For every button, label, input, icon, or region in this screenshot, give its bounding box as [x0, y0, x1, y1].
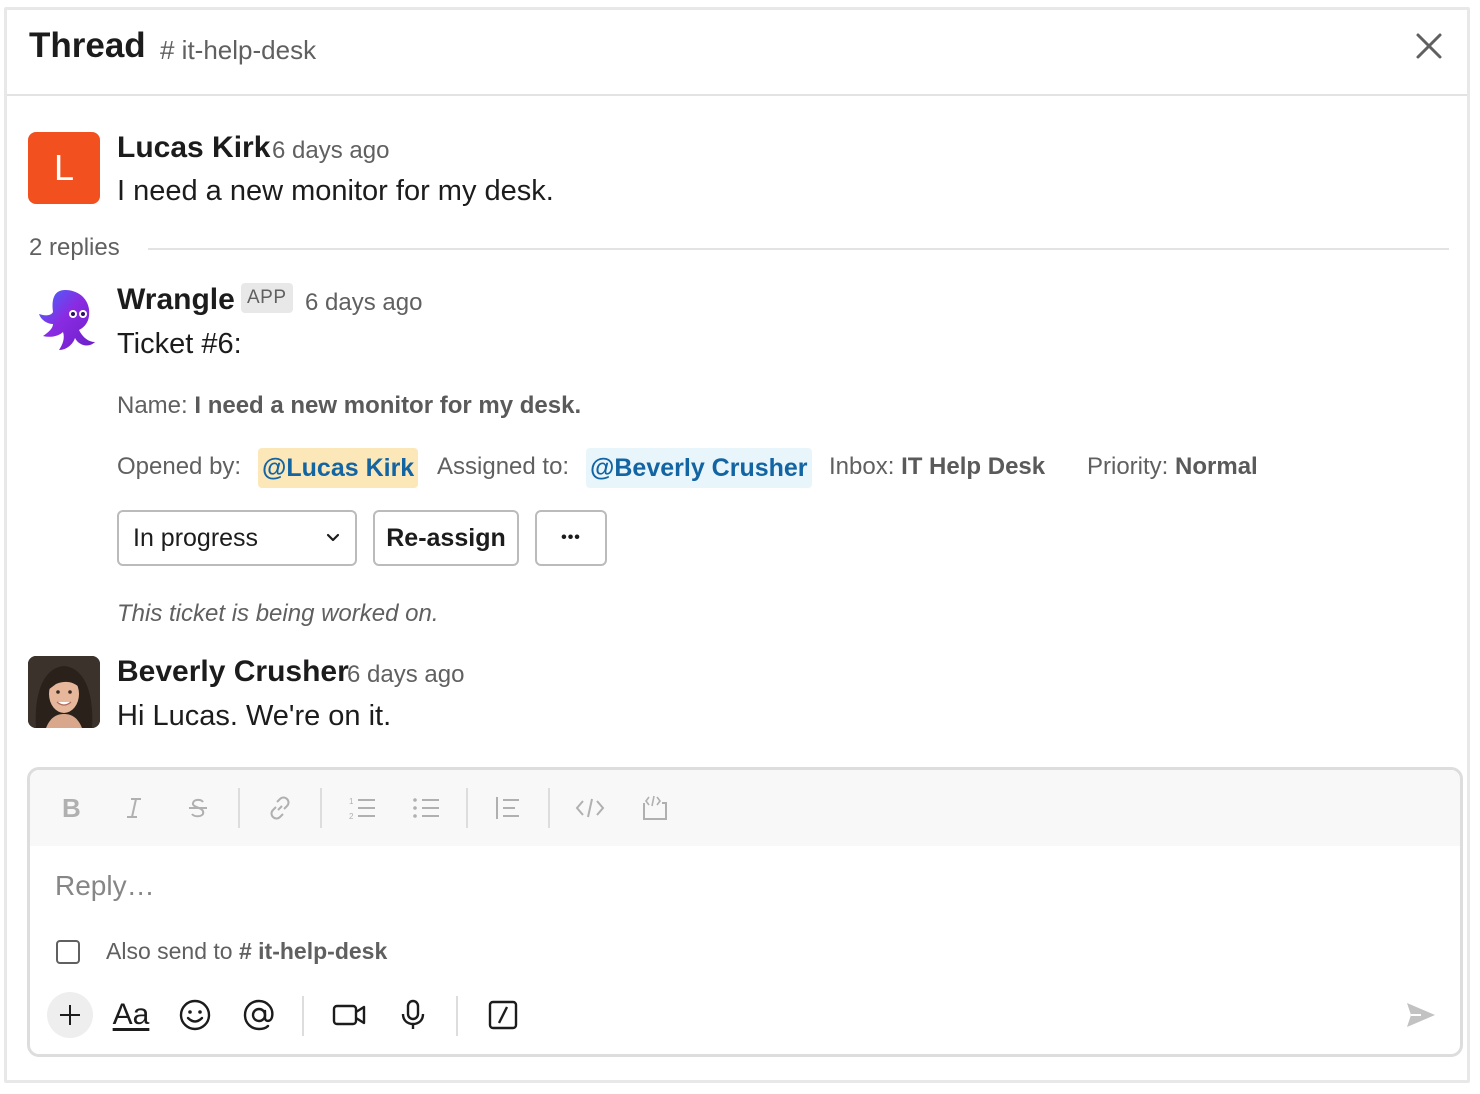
message-text: I need a new monitor for my desk.: [117, 175, 554, 207]
mention-opened-by[interactable]: @Lucas Kirk: [258, 448, 419, 488]
send-button[interactable]: [1398, 992, 1444, 1038]
bold-icon: B: [62, 795, 81, 821]
ticket-status-note: This ticket is being worked on.: [117, 600, 439, 627]
blockquote-button[interactable]: [488, 788, 528, 828]
reply-input[interactable]: Reply…: [55, 870, 155, 902]
inbox-field: Inbox: IT Help Desk: [829, 453, 1045, 481]
ordered-list-icon: 12: [349, 797, 375, 821]
message-timestamp[interactable]: 6 days ago: [305, 289, 422, 317]
field-label: Priority:: [1087, 453, 1169, 480]
thread-panel: Thread # it-help-desk L Lucas Kirk 6 day…: [4, 7, 1470, 1083]
app-badge: APP: [241, 283, 293, 313]
strikethrough-button[interactable]: [178, 788, 218, 828]
ticket-name-field: Name: I need a new monitor for my desk.: [117, 392, 581, 420]
divider: [548, 788, 550, 828]
field-value: Normal: [1175, 453, 1258, 480]
message-timestamp[interactable]: 6 days ago: [347, 661, 464, 689]
code-icon: [575, 798, 605, 818]
bulleted-list-button[interactable]: [406, 788, 446, 828]
italic-button[interactable]: [114, 788, 154, 828]
channel-name[interactable]: # it-help-desk: [160, 35, 316, 66]
emoji-button[interactable]: [172, 992, 218, 1038]
bot-avatar[interactable]: [31, 284, 101, 354]
chevron-down-icon: [326, 533, 340, 542]
ordered-list-button[interactable]: 12: [342, 788, 382, 828]
send-icon: [1407, 1003, 1435, 1027]
message-timestamp[interactable]: 6 days ago: [272, 137, 389, 165]
divider: [238, 788, 240, 828]
field-value: IT Help Desk: [901, 453, 1046, 480]
close-icon: [1416, 33, 1442, 59]
svg-text:B: B: [62, 795, 81, 821]
also-send-option: Also send to # it-help-desk: [56, 938, 387, 965]
reassign-button[interactable]: Re-assign: [373, 510, 519, 566]
close-button[interactable]: [1411, 28, 1447, 64]
strikethrough-icon: [189, 798, 207, 818]
link-icon: [270, 796, 290, 820]
bold-button[interactable]: B: [50, 788, 90, 828]
priority-field: Priority: Normal: [1087, 453, 1258, 481]
status-select[interactable]: In progress: [117, 510, 357, 566]
svg-text:2: 2: [349, 812, 354, 821]
audio-button[interactable]: [390, 992, 436, 1038]
also-send-label: Also send to # it-help-desk: [106, 938, 387, 965]
code-button[interactable]: [570, 788, 610, 828]
bulleted-list-icon: [413, 798, 439, 818]
assigned-to-label: Assigned to:: [437, 453, 570, 480]
more-actions-button[interactable]: •••: [535, 510, 607, 566]
more-icon: •••: [561, 529, 581, 546]
field-label: Name:: [117, 392, 188, 419]
octopus-logo-icon: [39, 290, 95, 350]
divider: [148, 248, 1449, 250]
also-send-checkbox[interactable]: [56, 939, 80, 964]
message-author[interactable]: Lucas Kirk: [117, 131, 270, 165]
svg-text:1: 1: [349, 797, 354, 806]
avatar[interactable]: L: [28, 132, 100, 204]
also-send-channel: # it-help-desk: [238, 938, 388, 964]
avatar[interactable]: [28, 656, 100, 728]
video-button[interactable]: [326, 992, 372, 1038]
plus-icon: [60, 1005, 80, 1025]
code-block-icon: [643, 795, 667, 820]
reply-count: 2 replies: [29, 234, 120, 261]
field-label: Inbox:: [829, 453, 895, 480]
status-select-value: In progress: [133, 523, 259, 552]
message-text: Ticket #6:: [117, 328, 242, 360]
also-send-text: Also send to: [106, 938, 233, 964]
mention-assigned-to[interactable]: @Beverly Crusher: [586, 448, 812, 488]
emoji-icon: [179, 999, 211, 1031]
reply-composer: B 12 Reply… Also send to # it-help-desk …: [27, 767, 1463, 1057]
divider: [320, 788, 322, 828]
link-button[interactable]: [260, 788, 300, 828]
opened-by-label: Opened by:: [117, 453, 242, 480]
slash-command-icon: [488, 1000, 518, 1030]
thread-header: Thread # it-help-desk: [7, 10, 1467, 96]
blockquote-icon: [496, 797, 519, 819]
divider: [466, 788, 468, 828]
message-author[interactable]: Beverly Crusher: [117, 655, 349, 689]
text-format-icon: Aa: [112, 998, 150, 1031]
at-sign-icon: [243, 999, 274, 1031]
add-attachment-button[interactable]: [47, 992, 93, 1038]
divider: [456, 996, 458, 1036]
italic-icon: [127, 798, 141, 818]
formatting-toolbar: B 12: [30, 770, 1460, 846]
code-block-button[interactable]: [634, 788, 674, 828]
message-author[interactable]: Wrangle: [117, 283, 235, 317]
divider: [302, 996, 304, 1036]
video-camera-icon: [332, 1004, 366, 1026]
microphone-icon: [401, 999, 425, 1029]
mention-button[interactable]: [236, 992, 282, 1038]
user-photo-icon: [28, 656, 100, 728]
page-title: Thread: [29, 26, 146, 65]
field-value: I need a new monitor for my desk.: [194, 392, 582, 419]
message-text: Hi Lucas. We're on it.: [117, 700, 392, 732]
text-format-button[interactable]: Aa: [108, 992, 154, 1038]
slash-command-button[interactable]: [480, 992, 526, 1038]
